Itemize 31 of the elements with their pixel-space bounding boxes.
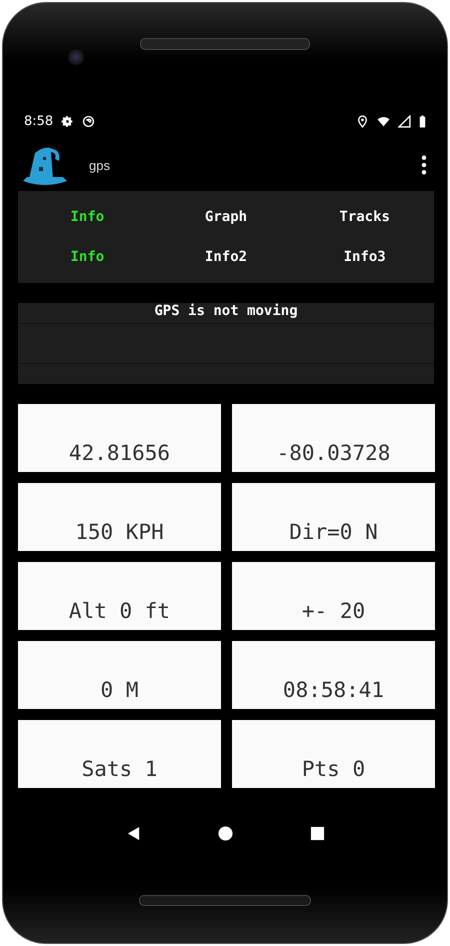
back-icon[interactable] <box>126 826 140 841</box>
reading-value: 0 M <box>100 678 138 702</box>
reading-value: Pts 0 <box>302 757 366 781</box>
wifi-icon <box>377 114 390 128</box>
location-pin-icon <box>356 114 369 128</box>
recents-icon[interactable] <box>310 826 324 841</box>
reading-value: Sats 1 <box>82 757 158 781</box>
tab[interactable]: Info2 <box>156 237 296 277</box>
tab[interactable]: Graph <box>156 197 296 237</box>
more-options-icon[interactable] <box>421 155 427 175</box>
app-title: gps <box>89 158 110 172</box>
reading-value: 08:58:41 <box>282 678 384 702</box>
status-message: GPS is not moving <box>154 303 298 319</box>
reading-value: 150 KPH <box>75 520 164 544</box>
tab[interactable]: Info <box>18 237 157 277</box>
wizard-hat-icon <box>21 145 69 185</box>
sync-circle-icon <box>82 114 96 128</box>
tab[interactable]: Info3 <box>295 237 434 277</box>
camera-icon <box>68 49 84 65</box>
signal-icon <box>398 114 411 128</box>
reading-value: Dir=0 N <box>289 520 378 544</box>
reading-value: 42.81656 <box>68 441 170 465</box>
status-time: 8:58 <box>24 114 54 128</box>
reading-value: +- 20 <box>302 599 366 623</box>
gear-icon <box>61 114 74 128</box>
battery-icon <box>419 114 426 128</box>
home-icon[interactable] <box>218 826 232 841</box>
tab[interactable]: Tracks <box>295 197 434 237</box>
tab[interactable]: Info <box>18 197 157 237</box>
reading-value: Alt 0 ft <box>68 599 170 623</box>
reading-value: -80.03728 <box>276 441 390 465</box>
